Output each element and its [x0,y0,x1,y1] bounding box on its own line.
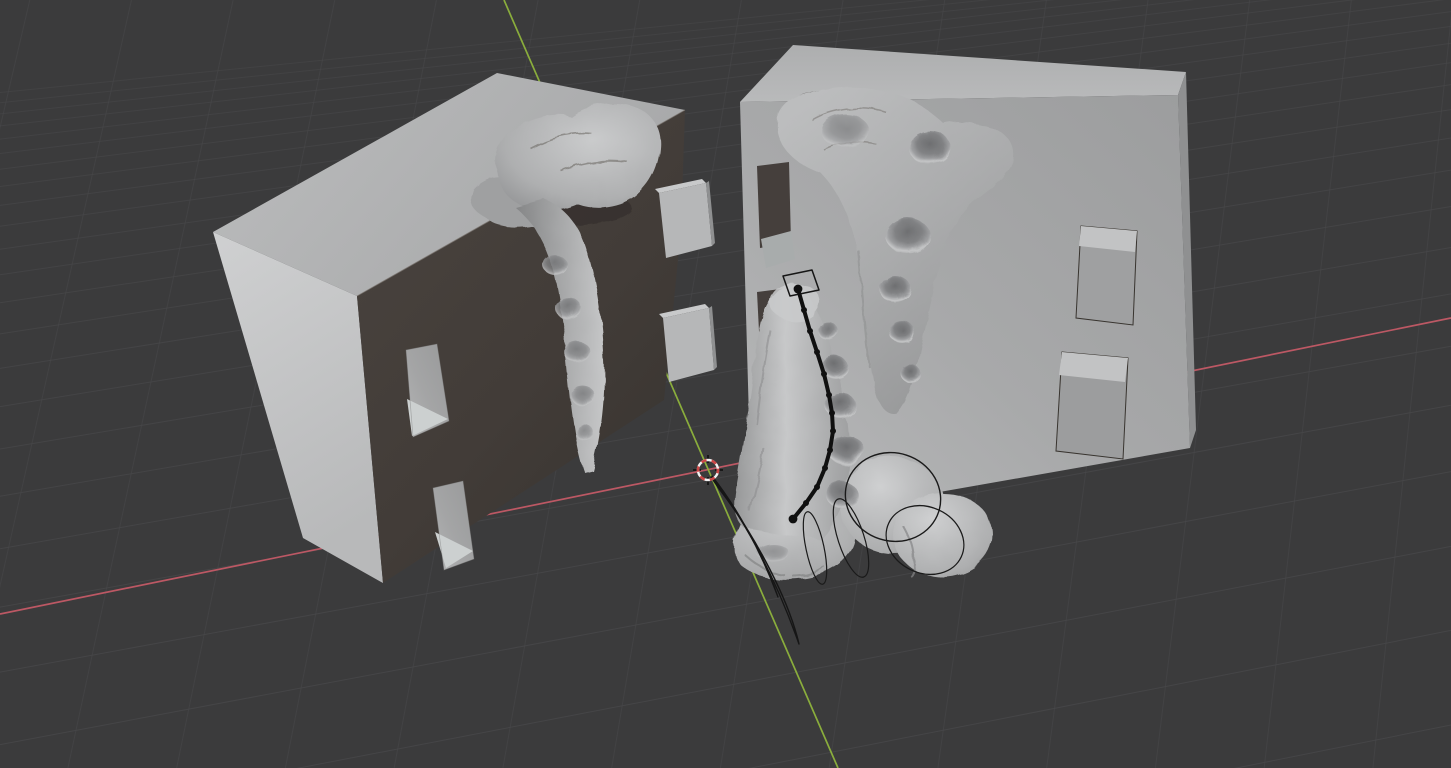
curve-control-point[interactable] [807,328,813,334]
curve-control-point[interactable] [803,500,809,506]
curve-control-point[interactable] [829,410,835,416]
blender-3d-viewport[interactable] [0,0,1451,768]
mold-right-inset-2 [1055,351,1129,460]
curve-control-point[interactable] [821,371,827,377]
mold-right-inset-1 [1075,225,1138,326]
viewport-background [0,0,1451,768]
curve-control-point[interactable] [826,392,832,398]
curve-control-point[interactable] [788,514,798,524]
curve-control-point[interactable] [827,447,833,453]
curve-control-point[interactable] [814,484,820,490]
curve-control-point[interactable] [801,307,807,313]
curve-control-point[interactable] [822,465,828,471]
curve-control-point[interactable] [830,428,836,434]
viewport-canvas[interactable] [0,0,1451,768]
curve-control-point[interactable] [793,284,803,294]
curve-control-point[interactable] [814,349,820,355]
